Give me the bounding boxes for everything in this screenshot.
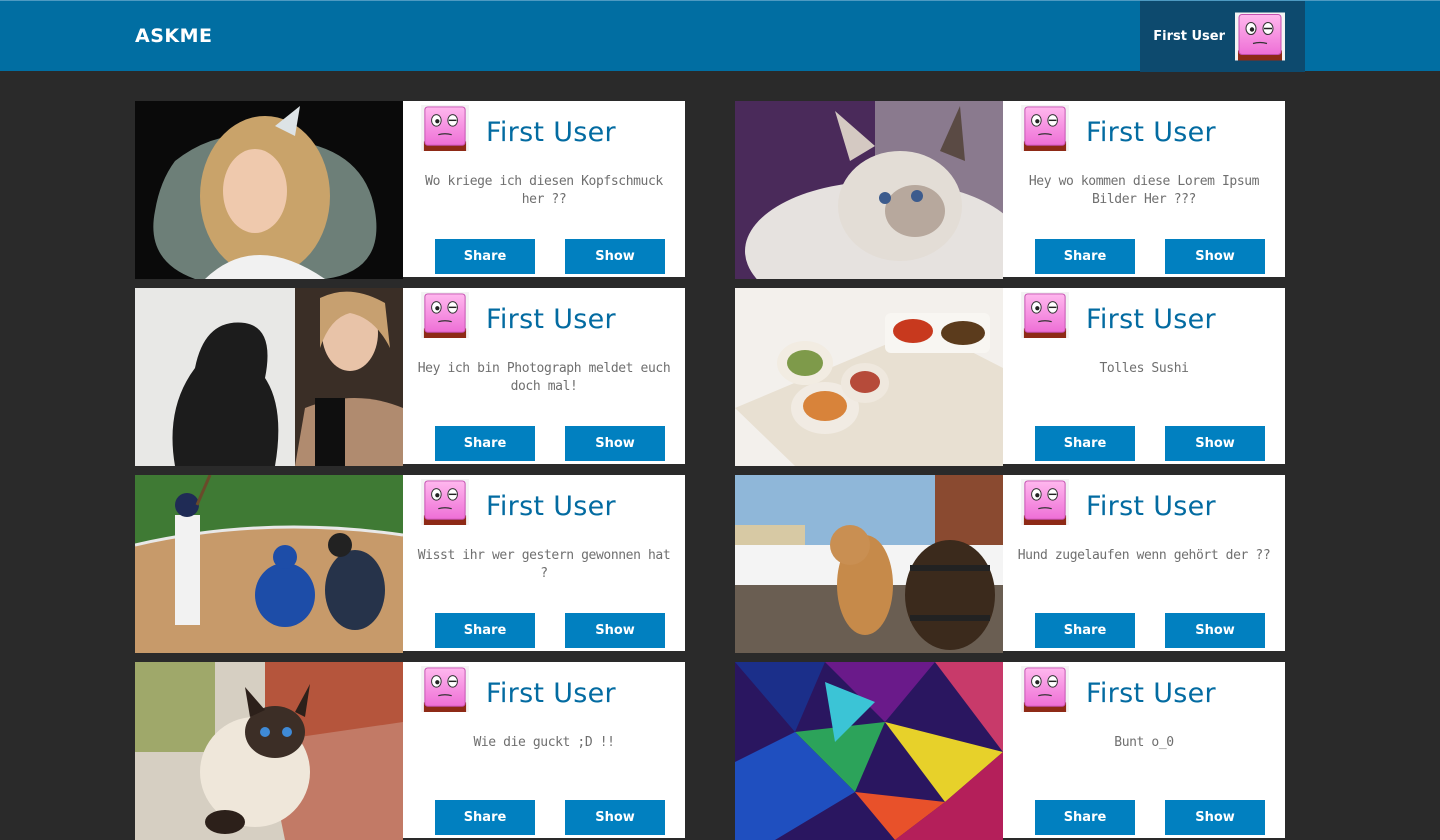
user-avatar-icon[interactable] [420,479,470,525]
post-image-dog[interactable] [735,475,1003,653]
post-card: First User Tolles Sushi Share Show [735,288,1285,466]
post-question: Hund zugelaufen wenn gehört der ?? [1017,548,1271,563]
post-card: First User Wo kriege ich diesen Kopfschm… [135,101,685,279]
post-card: First User Hund zugelaufen wenn gehört d… [735,475,1285,653]
user-avatar-icon[interactable] [1020,666,1070,712]
post-panel: First User Hund zugelaufen wenn gehört d… [1003,475,1285,651]
user-avatar-icon[interactable] [420,292,470,338]
show-button[interactable]: Show [565,800,665,835]
post-image-white-cat[interactable] [735,101,1003,279]
show-button[interactable]: Show [565,426,665,461]
post-card: First User Hey ich bin Photograph meldet… [135,288,685,466]
post-username[interactable]: First User [1086,117,1216,148]
show-button[interactable]: Show [1165,800,1265,835]
post-panel: First User Hey wo kommen diese Lorem Ips… [1003,101,1285,277]
post-image-colorful-abstract[interactable] [735,662,1003,840]
user-menu[interactable]: First User [1140,1,1305,72]
show-button[interactable]: Show [565,239,665,274]
post-panel: First User Tolles Sushi Share Show [1003,288,1285,464]
post-question: Bunt o_0 [1114,735,1174,750]
post-card: First User Wisst ihr wer gestern gewonne… [135,475,685,653]
post-image-girl[interactable] [135,101,403,279]
post-panel: First User Wie die guckt ;D !! Share Sho… [403,662,685,838]
post-username[interactable]: First User [1086,678,1216,709]
share-button[interactable]: Share [435,613,535,648]
user-avatar-icon[interactable] [1020,105,1070,151]
share-button[interactable]: Share [435,239,535,274]
post-question: Hey wo kommen diese Lorem Ipsum Bilder H… [1028,174,1260,207]
post-panel: First User Wisst ihr wer gestern gewonne… [403,475,685,651]
post-username[interactable]: First User [486,678,616,709]
share-button[interactable]: Share [1035,239,1135,274]
brand-logo[interactable]: ASKME [135,1,213,72]
posts-grid: First User Wo kriege ich diesen Kopfschm… [135,101,1285,840]
post-card: First User Wie die guckt ;D !! Share Sho… [135,662,685,840]
post-username[interactable]: First User [486,491,616,522]
share-button[interactable]: Share [435,800,535,835]
show-button[interactable]: Show [565,613,665,648]
post-panel: First User Hey ich bin Photograph meldet… [403,288,685,464]
post-image-siamese-cat[interactable] [135,662,403,840]
show-button[interactable]: Show [1165,613,1265,648]
show-button[interactable]: Show [1165,426,1265,461]
post-question: Wisst ihr wer gestern gewonnen hat ? [417,548,671,581]
header-avatar-icon[interactable] [1235,12,1285,61]
share-button[interactable]: Share [435,426,535,461]
post-card: First User Hey wo kommen diese Lorem Ips… [735,101,1285,279]
post-username[interactable]: First User [486,117,616,148]
header-username[interactable]: First User [1153,29,1225,44]
post-question: Wie die guckt ;D !! [473,735,615,750]
post-card: First User Bunt o_0 Share Show [735,662,1285,840]
user-avatar-icon[interactable] [420,666,470,712]
share-button[interactable]: Share [1035,613,1135,648]
post-image-sushi[interactable] [735,288,1003,466]
post-question: Wo kriege ich diesen Kopfschmuck her ?? [425,174,663,207]
post-username[interactable]: First User [1086,304,1216,335]
post-image-baseball[interactable] [135,475,403,653]
post-question: Tolles Sushi [1099,361,1189,376]
share-button[interactable]: Share [1035,800,1135,835]
user-avatar-icon[interactable] [1020,292,1070,338]
post-panel: First User Bunt o_0 Share Show [1003,662,1285,838]
post-username[interactable]: First User [1086,491,1216,522]
post-image-woman[interactable] [135,288,403,466]
show-button[interactable]: Show [1165,239,1265,274]
top-navbar: ASKME First User [0,0,1440,72]
post-username[interactable]: First User [486,304,616,335]
post-panel: First User Wo kriege ich diesen Kopfschm… [403,101,685,277]
user-avatar-icon[interactable] [420,105,470,151]
post-question: Hey ich bin Photograph meldet euch doch … [417,361,671,394]
share-button[interactable]: Share [1035,426,1135,461]
user-avatar-icon[interactable] [1020,479,1070,525]
